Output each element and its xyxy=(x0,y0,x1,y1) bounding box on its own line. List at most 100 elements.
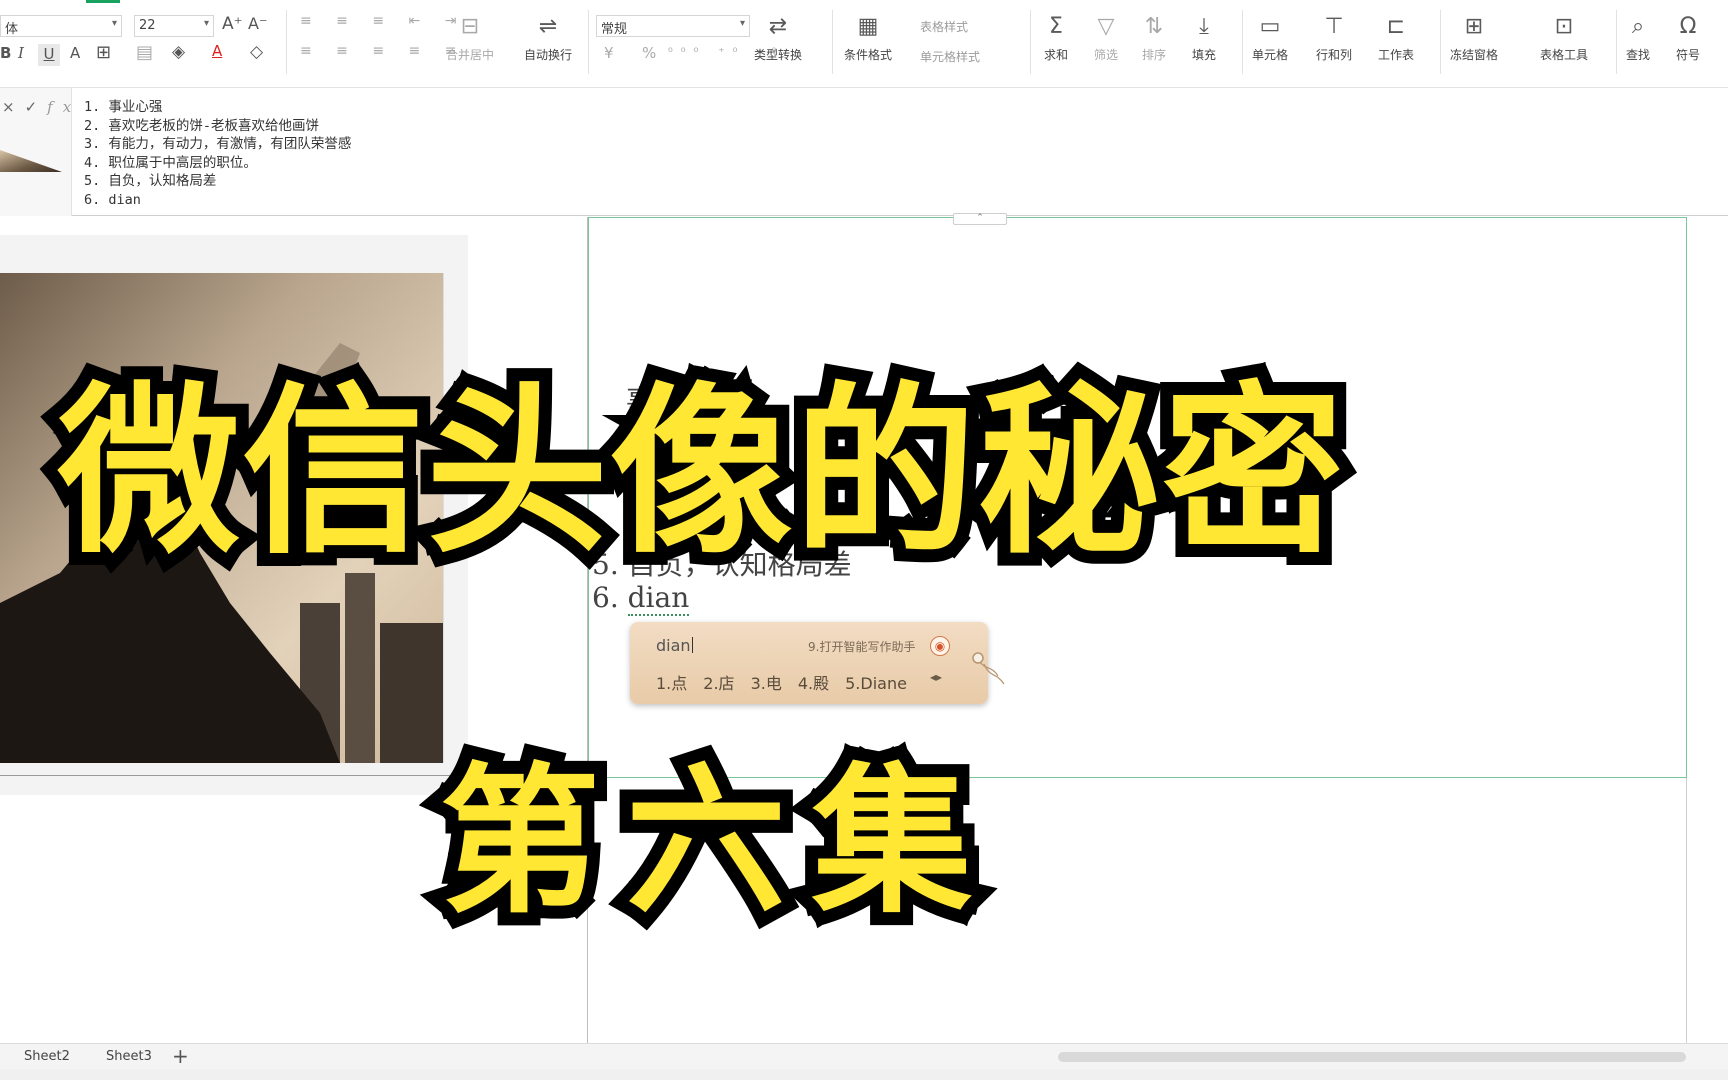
merge-center-button[interactable]: ⊟ 合并居中 xyxy=(446,14,494,63)
sort-label: 排序 xyxy=(1142,48,1167,62)
ime-candidate[interactable]: 4.殿 xyxy=(798,674,829,693)
decrease-font-button[interactable]: A⁻ xyxy=(248,16,267,32)
sum-label: 求和 xyxy=(1044,48,1069,62)
status-bar xyxy=(0,1069,1728,1080)
wrap-text-icon: ⇌ xyxy=(538,14,558,39)
font-size-select[interactable]: 22 ▾ xyxy=(134,15,214,37)
table-style-button[interactable]: 表格样式 xyxy=(920,18,968,35)
omega-icon: Ω xyxy=(1679,14,1697,39)
divider xyxy=(1030,10,1031,74)
cell-label: 单元格 xyxy=(1252,48,1289,62)
font-name-value: 体 xyxy=(5,22,19,37)
bold-button[interactable]: B xyxy=(0,46,11,61)
table-tools-button[interactable]: ⊡ 表格工具 xyxy=(1540,14,1588,63)
ime-candidate[interactable]: 1.点 xyxy=(656,674,687,693)
wrap-text-label: 自动换行 xyxy=(524,48,573,62)
ime-candidate-window[interactable]: dian 9.打开智能写作助手 ◉ 1.点 2.店 3.电 4.殿 5.Diane ◂▸ xyxy=(630,622,1005,704)
ime-logo-icon[interactable]: ◉ xyxy=(930,636,950,656)
check-icon[interactable]: ✓ xyxy=(25,98,48,116)
currency-button[interactable]: ¥ xyxy=(604,46,614,61)
clear-format-icon[interactable]: ◇ xyxy=(250,44,263,61)
worksheet-icon: ⊏ xyxy=(1386,14,1406,39)
font-color-icon[interactable]: A xyxy=(212,44,222,59)
fill-color-icon[interactable]: ◈ xyxy=(172,44,185,61)
active-tab-indicator xyxy=(86,0,120,3)
fill-button[interactable]: ⤓ 填充 xyxy=(1192,14,1216,63)
merge-style-icon[interactable]: ▤ xyxy=(136,44,153,62)
ime-page-arrows-icon[interactable]: ◂▸ xyxy=(930,670,942,684)
cell-button[interactable]: ▭ 单元格 xyxy=(1252,14,1288,63)
chevron-down-icon: ▾ xyxy=(739,18,745,29)
name-box-area: ×✓fx xyxy=(0,88,72,216)
video-title-overlay: 微信头像的秘密 xyxy=(45,353,1357,591)
underline-button[interactable]: U xyxy=(38,44,60,66)
formula-line: 6. dian xyxy=(84,191,141,208)
type-convert-button[interactable]: ⇄ 类型转换 xyxy=(754,14,802,63)
symbol-label: 符号 xyxy=(1676,48,1701,62)
wrap-text-button[interactable]: ⇌ 自动换行 xyxy=(524,14,572,63)
conditional-format-icon: ▦ xyxy=(857,14,879,39)
filter-icon: ▽ xyxy=(1097,14,1115,39)
freeze-icon: ⊞ xyxy=(1464,14,1484,39)
find-label: 查找 xyxy=(1626,48,1651,62)
divider xyxy=(588,10,589,74)
freeze-label: 冻结窗格 xyxy=(1450,48,1499,62)
ime-assistant-hint[interactable]: 9.打开智能写作助手 xyxy=(808,638,915,655)
font-size-value: 22 xyxy=(139,18,156,33)
row-col-button[interactable]: ⊤ 行和列 xyxy=(1316,14,1352,63)
type-convert-label: 类型转换 xyxy=(754,48,803,62)
border-icon[interactable]: ⊞ xyxy=(96,44,111,62)
image-thumbnail xyxy=(0,150,62,172)
row-col-label: 行和列 xyxy=(1316,48,1353,62)
table-tools-label: 表格工具 xyxy=(1540,48,1589,62)
symbol-button[interactable]: Ω 符号 xyxy=(1676,14,1700,63)
number-format-value: 常规 xyxy=(601,22,628,37)
ime-candidate[interactable]: 5.Diane xyxy=(845,674,907,693)
ribbon-toolbar: 体 ▾ 22 ▾ A⁺ A⁻ B I U A ⊞ ▤ ◈ A ◇ ≡ ≡ ≡ ⇤… xyxy=(0,0,1728,88)
search-icon: ⌕ xyxy=(1631,14,1645,39)
formula-input[interactable]: 1. 事业心强 2. 喜欢吃老板的饼-老板喜欢给他画饼 3. 有能力，有动力，有… xyxy=(84,98,351,209)
percent-button[interactable]: % xyxy=(642,46,656,61)
cancel-icon[interactable]: × xyxy=(2,98,25,116)
ime-candidate[interactable]: 2.店 xyxy=(703,674,734,693)
horizontal-scrollbar[interactable] xyxy=(1058,1052,1686,1062)
sum-button[interactable]: Σ 求和 xyxy=(1044,14,1068,63)
fx-icon[interactable]: fx xyxy=(47,98,81,116)
cell-icon: ▭ xyxy=(1259,14,1281,39)
ime-candidate[interactable]: 3.电 xyxy=(751,674,782,693)
sort-button[interactable]: ⇅ 排序 xyxy=(1142,14,1166,63)
ime-composition: dian xyxy=(656,636,691,655)
freeze-panes-button[interactable]: ⊞ 冻结窗格 xyxy=(1450,14,1498,63)
align-top-icons[interactable]: ≡ ≡ ≡ ⇤ ⇥ xyxy=(300,14,466,28)
increase-font-button[interactable]: A⁺ xyxy=(222,16,243,33)
formula-line: 2. 喜欢吃老板的饼-老板喜欢给他画饼 xyxy=(84,117,320,134)
ime-candidates: 1.点 2.店 3.电 4.殿 5.Diane xyxy=(656,670,923,694)
worksheet-button[interactable]: ⊏ 工作表 xyxy=(1378,14,1414,63)
italic-button[interactable]: I xyxy=(18,46,24,61)
ime-tag-icon xyxy=(972,652,1005,685)
cell-style-button[interactable]: 单元格样式 xyxy=(920,48,980,65)
number-format-select[interactable]: 常规 ▾ xyxy=(596,15,750,37)
chevron-up-icon[interactable]: ⌃ xyxy=(953,213,1007,225)
merge-center-label: 合并居中 xyxy=(446,48,495,62)
divider xyxy=(1242,10,1243,74)
formula-line: 4. 职位属于中高层的职位。 xyxy=(84,154,257,171)
tab-sheet3[interactable]: Sheet3 xyxy=(106,1049,152,1064)
add-sheet-icon[interactable]: + xyxy=(172,1044,189,1068)
row-col-icon: ⊤ xyxy=(1324,14,1344,39)
sigma-icon: Σ xyxy=(1049,14,1063,39)
filter-button[interactable]: ▽ 筛选 xyxy=(1094,14,1118,63)
font-name-select[interactable]: 体 ▾ xyxy=(0,15,122,37)
tab-sheet2[interactable]: Sheet2 xyxy=(24,1049,70,1064)
conditional-format-button[interactable]: ▦ 条件格式 xyxy=(844,14,892,63)
formula-line: 5. 自负，认知格局差 xyxy=(84,173,217,189)
divider xyxy=(1616,10,1617,74)
merge-icon: ⊟ xyxy=(460,14,480,39)
fill-down-icon: ⤓ xyxy=(1199,14,1209,39)
strikethrough-button[interactable]: A xyxy=(70,46,80,61)
formula-line: 3. 有能力，有动力，有激情，有团队荣誉感 xyxy=(84,136,352,152)
align-horizontal-icons[interactable]: ≡ ≡ ≡ ≡ ≡ xyxy=(300,44,466,58)
find-button[interactable]: ⌕ 查找 xyxy=(1626,14,1650,63)
filter-label: 筛选 xyxy=(1094,48,1119,62)
formula-controls: ×✓fx xyxy=(2,98,81,116)
